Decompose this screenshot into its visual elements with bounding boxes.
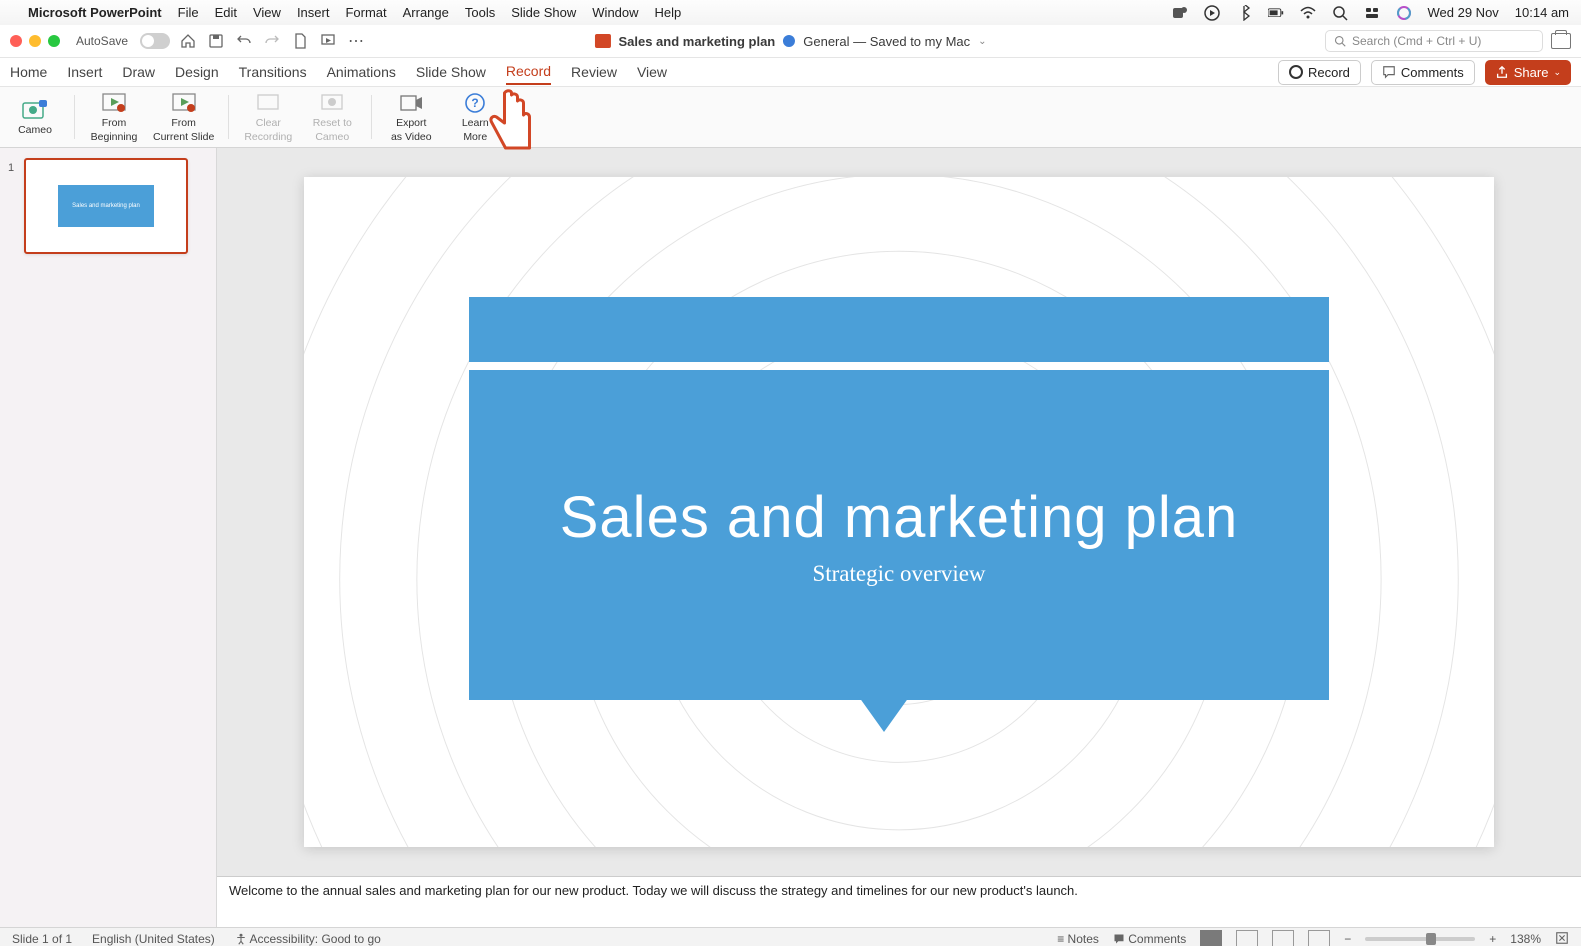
menubar-time[interactable]: 10:14 am xyxy=(1515,5,1569,20)
clear-recording-button: ClearRecording xyxy=(243,91,293,143)
chevron-down-icon: ⌄ xyxy=(1553,67,1561,78)
control-center-icon[interactable] xyxy=(1364,5,1380,21)
learn-more-button[interactable]: ? LearnMore xyxy=(450,91,500,143)
tab-review[interactable]: Review xyxy=(571,60,617,84)
menu-slideshow[interactable]: Slide Show xyxy=(511,5,576,20)
comments-toggle[interactable]: Comments xyxy=(1113,932,1186,946)
thumbnail-preview: Sales and marketing plan xyxy=(58,185,154,226)
window-close-icon[interactable] xyxy=(10,35,22,47)
tab-animations[interactable]: Animations xyxy=(327,60,396,84)
spotlight-icon[interactable] xyxy=(1332,5,1348,21)
sensitivity move-icon xyxy=(783,35,795,47)
tab-home[interactable]: Home xyxy=(10,60,47,84)
slide-canvas[interactable]: Sales and marketing plan Strategic overv… xyxy=(304,177,1494,847)
menu-window[interactable]: Window xyxy=(592,5,638,20)
ribbon-body: Cameo FromBeginning FromCurrent Slide Cl… xyxy=(0,86,1581,148)
autosave-label: AutoSave xyxy=(76,34,128,48)
present-icon[interactable] xyxy=(318,31,338,51)
tab-design[interactable]: Design xyxy=(175,60,219,84)
ribbon-tabs: Home Insert Draw Design Transitions Anim… xyxy=(0,58,1581,86)
slide-subtitle-text[interactable]: Strategic overview xyxy=(812,561,985,587)
notes-pane[interactable]: Welcome to the annual sales and marketin… xyxy=(217,876,1581,927)
menu-edit[interactable]: Edit xyxy=(215,5,237,20)
siri-icon[interactable] xyxy=(1396,5,1412,21)
zoom-in-icon[interactable]: + xyxy=(1489,932,1496,946)
accessibility-status[interactable]: Accessibility: Good to go xyxy=(235,932,381,946)
slide-thumbnail-panel[interactable]: 1 Sales and marketing plan xyxy=(0,148,217,927)
normal-view-icon[interactable] xyxy=(1200,930,1222,946)
comments-button[interactable]: Comments xyxy=(1371,60,1475,85)
search-input[interactable]: Search (Cmd + Ctrl + U) xyxy=(1325,30,1543,52)
tab-slideshow[interactable]: Slide Show xyxy=(416,60,486,84)
share-button[interactable]: Share⌄ xyxy=(1485,60,1571,85)
tab-view[interactable]: View xyxy=(637,60,667,84)
tab-draw[interactable]: Draw xyxy=(122,60,155,84)
tab-record[interactable]: Record xyxy=(506,59,551,85)
record-button[interactable]: Record xyxy=(1278,60,1361,85)
battery-icon[interactable] xyxy=(1268,5,1284,21)
save-status[interactable]: General — Saved to my Mac xyxy=(803,34,970,49)
window-minimize-icon[interactable] xyxy=(29,35,41,47)
notes-toggle[interactable]: ≡ Notes xyxy=(1057,932,1099,946)
mac-menubar: Microsoft PowerPoint File Edit View Inse… xyxy=(0,0,1581,25)
menu-help[interactable]: Help xyxy=(655,5,682,20)
slide-thumbnail[interactable]: 1 Sales and marketing plan xyxy=(8,158,208,254)
from-current-slide-button[interactable]: FromCurrent Slide xyxy=(153,91,214,143)
zoom-out-icon[interactable]: − xyxy=(1344,932,1351,946)
autosave-toggle[interactable] xyxy=(140,33,170,49)
menu-file[interactable]: File xyxy=(178,5,199,20)
more-icon[interactable]: ⋯ xyxy=(346,31,366,51)
save-icon[interactable] xyxy=(206,31,226,51)
menubar-date[interactable]: Wed 29 Nov xyxy=(1428,5,1499,20)
record-dot-icon xyxy=(1289,65,1303,79)
home-icon[interactable] xyxy=(178,31,198,51)
slide-arrow-shape[interactable] xyxy=(859,697,909,732)
cameo-button[interactable]: Cameo xyxy=(10,98,60,136)
play-icon[interactable] xyxy=(1204,5,1220,21)
powerpoint-file-icon xyxy=(594,34,610,48)
teams-icon[interactable] xyxy=(1172,5,1188,21)
language-indicator[interactable]: English (United States) xyxy=(92,932,215,946)
reading-view-icon[interactable] xyxy=(1272,930,1294,946)
document-title[interactable]: Sales and marketing plan xyxy=(618,34,775,49)
status-bar: Slide 1 of 1 English (United States) Acc… xyxy=(0,927,1581,946)
slide-top-bar-shape[interactable] xyxy=(469,297,1329,362)
tab-transitions[interactable]: Transitions xyxy=(239,60,307,84)
zoom-level[interactable]: 138% xyxy=(1510,932,1541,946)
zoom-slider[interactable] xyxy=(1365,937,1475,941)
bluetooth-icon[interactable] xyxy=(1236,5,1252,21)
slide-title-box[interactable]: Sales and marketing plan Strategic overv… xyxy=(469,370,1329,700)
menu-insert[interactable]: Insert xyxy=(297,5,330,20)
undo-icon[interactable] xyxy=(234,31,254,51)
menu-tools[interactable]: Tools xyxy=(465,5,495,20)
fit-to-window-icon[interactable] xyxy=(1555,931,1569,946)
wifi-icon[interactable] xyxy=(1300,5,1316,21)
window-zoom-icon[interactable] xyxy=(48,35,60,47)
svg-text:?: ? xyxy=(472,96,479,110)
reset-to-cameo-button: Reset toCameo xyxy=(307,91,357,143)
menu-arrange[interactable]: Arrange xyxy=(403,5,449,20)
collapse-ribbon-icon[interactable] xyxy=(1551,33,1571,49)
menu-format[interactable]: Format xyxy=(345,5,386,20)
export-as-video-button[interactable]: Exportas Video xyxy=(386,91,436,143)
slide-counter[interactable]: Slide 1 of 1 xyxy=(12,932,72,946)
app-name[interactable]: Microsoft PowerPoint xyxy=(28,5,162,20)
search-placeholder: Search (Cmd + Ctrl + U) xyxy=(1352,34,1481,48)
thumbnail-number: 1 xyxy=(8,158,18,254)
window-titlebar: AutoSave ⋯ Sales and marketing plan Gene… xyxy=(0,25,1581,58)
from-beginning-button[interactable]: FromBeginning xyxy=(89,91,139,143)
slide-title-text[interactable]: Sales and marketing plan xyxy=(560,484,1239,551)
chevron-down-icon[interactable]: ⌄ xyxy=(978,36,986,47)
slideshow-view-icon[interactable] xyxy=(1308,930,1330,946)
file-icon[interactable] xyxy=(290,31,310,51)
slide-sorter-view-icon[interactable] xyxy=(1236,930,1258,946)
tab-insert[interactable]: Insert xyxy=(67,60,102,84)
redo-icon[interactable] xyxy=(262,31,282,51)
menu-view[interactable]: View xyxy=(253,5,281,20)
